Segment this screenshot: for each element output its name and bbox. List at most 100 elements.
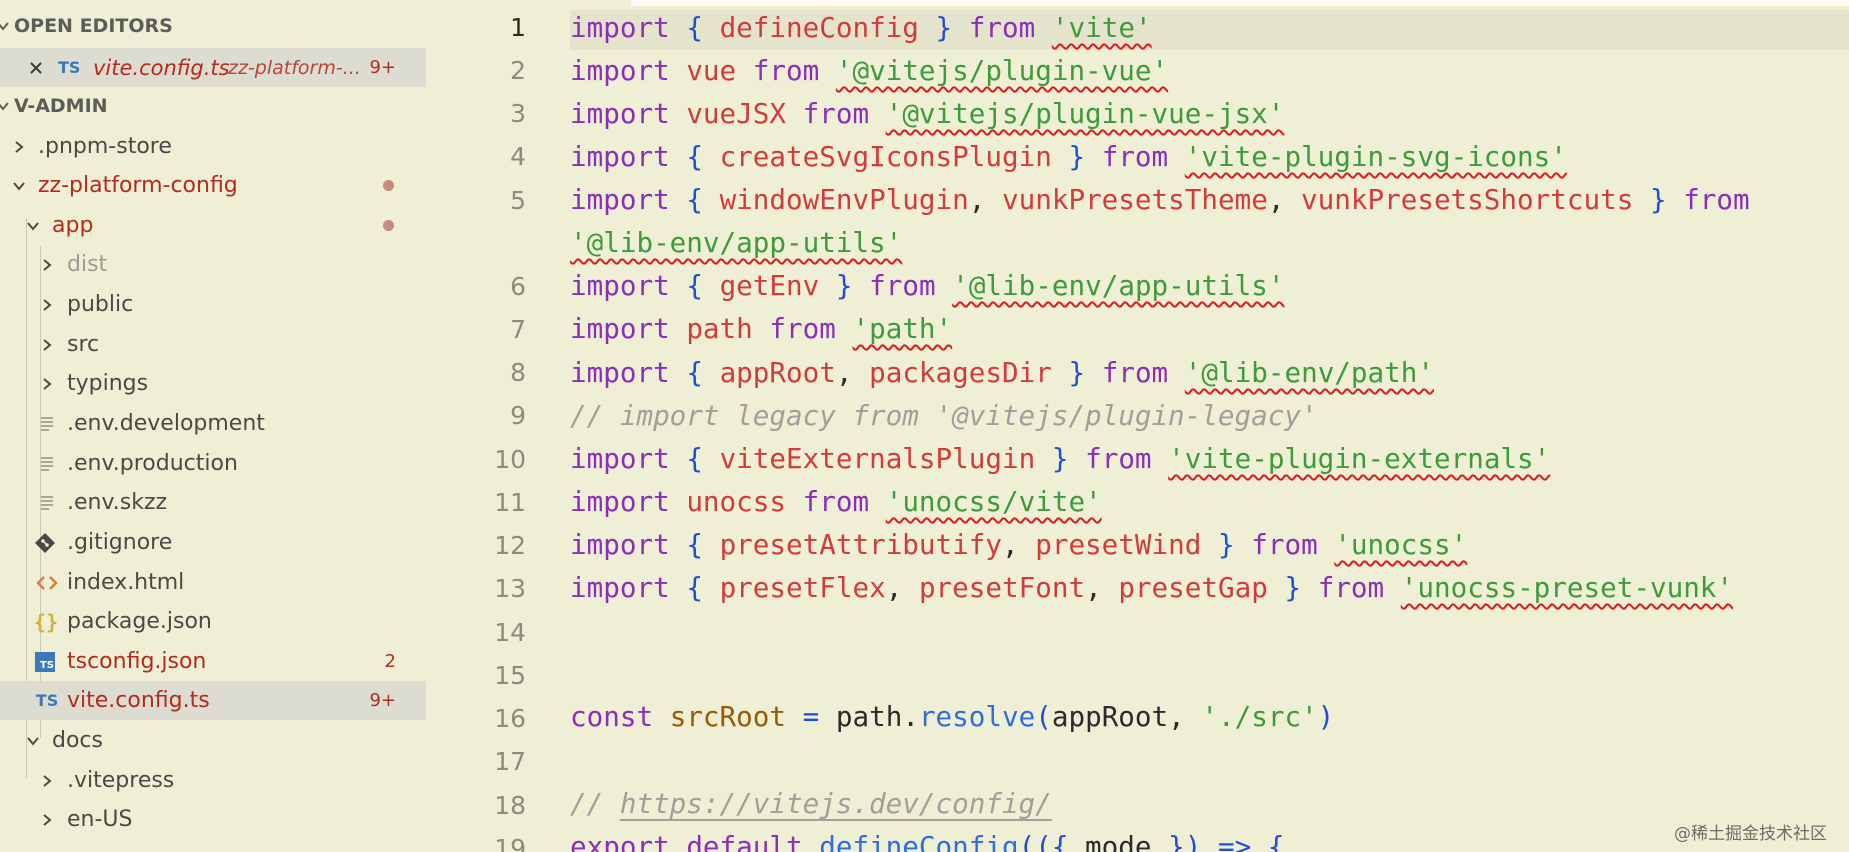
chevron-down-icon xyxy=(0,102,9,111)
code-editor[interactable]: 1 2 3 4 5 6 7 8 9 10 11 12 13 14 15 16 1… xyxy=(426,0,1849,852)
tree-item-env-development[interactable]: .env.development xyxy=(0,404,426,443)
tree-item-label: zz-platform-config xyxy=(38,173,238,198)
tree-item-zz-platform-config[interactable]: zz-platform-config xyxy=(0,166,426,205)
tree-item-label: .env.skzz xyxy=(67,490,168,515)
tree-item-label: en-US xyxy=(67,807,133,832)
problems-badge: 2 xyxy=(384,651,396,672)
line-number: 14 xyxy=(494,618,526,647)
tree-item-gitignore[interactable]: .gitignore xyxy=(0,523,426,562)
tree-item-label: tsconfig.json xyxy=(67,649,207,674)
chevron-right-icon xyxy=(43,774,52,787)
tree-item-public[interactable]: public xyxy=(0,285,426,324)
tree-item-typings[interactable]: typings xyxy=(0,364,426,403)
typescript-file-icon: TS xyxy=(35,691,59,710)
text-file-icon xyxy=(41,416,53,431)
code-line[interactable]: import { appRoot, packagesDir } from '@l… xyxy=(570,356,1434,389)
line-number: 13 xyxy=(494,574,526,603)
code-line[interactable]: export default defineConfig(({ mode }) =… xyxy=(570,830,1284,852)
line-number: 8 xyxy=(510,358,526,387)
line-number: 2 xyxy=(510,56,526,85)
tree-item-env-skzz[interactable]: .env.skzz xyxy=(0,483,426,522)
open-editor-path: zz-platform-... xyxy=(228,56,361,79)
code-line[interactable]: import vue from '@vitejs/plugin-vue' xyxy=(570,54,1168,87)
code-line[interactable]: import path from 'path' xyxy=(570,312,952,345)
line-number: 7 xyxy=(510,315,526,344)
line-number: 3 xyxy=(510,99,526,128)
code-line[interactable]: import vueJSX from '@vitejs/plugin-vue-j… xyxy=(570,97,1284,130)
problems-badge: 9+ xyxy=(369,57,396,78)
code-line[interactable]: import unocss from 'unocss/vite' xyxy=(570,485,1102,518)
tree-item-package-json[interactable]: {} package.json xyxy=(0,602,426,641)
tree-item-tsconfig-json[interactable]: TS tsconfig.json 2 xyxy=(0,642,426,681)
open-editors-header[interactable]: OPEN EDITORS xyxy=(0,8,426,44)
line-number: 17 xyxy=(494,747,526,776)
open-editors-title: OPEN EDITORS xyxy=(14,15,173,37)
tree-item-label: package.json xyxy=(67,609,212,634)
close-icon[interactable] xyxy=(28,60,44,76)
chevron-right-icon xyxy=(43,377,52,390)
tree-item-index-html[interactable]: index.html xyxy=(0,563,426,602)
chevron-right-icon xyxy=(43,338,52,351)
line-number: 11 xyxy=(494,488,526,517)
code-line[interactable]: import { windowEnvPlugin, vunkPresetsThe… xyxy=(570,183,1750,216)
tree-item-label: .pnpm-store xyxy=(38,134,172,159)
tree-item-label: .env.production xyxy=(67,451,238,476)
tree-item-label: src xyxy=(67,332,100,357)
tree-item-label: typings xyxy=(67,371,149,396)
tree-item-en-us[interactable]: en-US xyxy=(0,800,426,839)
line-number: 12 xyxy=(494,531,526,560)
json-file-icon: {} xyxy=(33,609,59,634)
project-title: V-ADMIN xyxy=(14,95,108,117)
code-line[interactable]: // https://vitejs.dev/config/ xyxy=(570,787,1052,820)
typescript-config-icon: TS xyxy=(35,651,55,672)
project-header[interactable]: V-ADMIN xyxy=(0,88,426,124)
typescript-file-icon: TS xyxy=(58,58,81,77)
editor-top-scrollbar[interactable] xyxy=(631,0,1849,6)
code-line[interactable]: import { presetAttributify, presetWind }… xyxy=(570,528,1467,561)
line-number: 9 xyxy=(510,401,526,430)
code-line[interactable]: import { defineConfig } from 'vite' xyxy=(570,11,1152,44)
line-number: 10 xyxy=(494,445,526,474)
chevron-down-icon xyxy=(0,22,9,31)
tree-item-label: public xyxy=(67,292,134,317)
tree-item-env-production[interactable]: .env.production xyxy=(0,444,426,483)
text-file-icon xyxy=(41,456,53,471)
chevron-right-icon xyxy=(43,258,52,271)
problems-badge: 9+ xyxy=(369,690,396,711)
html-file-icon xyxy=(36,575,58,590)
chevron-right-icon xyxy=(15,140,24,153)
git-icon xyxy=(35,532,55,553)
tree-item-vitepress[interactable]: .vitepress xyxy=(0,761,426,800)
chevron-down-icon xyxy=(13,181,25,191)
tree-item-docs[interactable]: docs xyxy=(0,721,426,760)
tree-item-src[interactable]: src xyxy=(0,325,426,364)
tree-item-label: dist xyxy=(67,252,108,277)
code-line[interactable]: // import legacy from '@vitejs/plugin-le… xyxy=(570,399,1318,432)
chevron-down-icon xyxy=(27,221,39,231)
code-line[interactable]: import { presetFlex, presetFont, presetG… xyxy=(570,571,1733,604)
line-number: 1 xyxy=(510,13,526,42)
watermark: @稀土掘金技术社区 xyxy=(1674,824,1827,844)
tree-item-label: .vitepress xyxy=(67,768,175,793)
tree-item-label: .gitignore xyxy=(67,530,173,555)
line-number: 4 xyxy=(510,142,526,171)
chevron-right-icon xyxy=(43,813,52,826)
line-number: 19 xyxy=(494,834,526,852)
code-line[interactable]: import { getEnv } from '@lib-env/app-uti… xyxy=(570,269,1284,302)
tree-item-dist[interactable]: dist xyxy=(0,245,426,284)
tree-item-label: index.html xyxy=(67,570,185,595)
tree-item-pnpm-store[interactable]: .pnpm-store xyxy=(0,127,426,166)
tree-item-vite-config-ts[interactable]: TS vite.config.ts 9+ xyxy=(0,681,426,720)
line-number: 16 xyxy=(494,704,526,733)
code-line[interactable]: import { createSvgIconsPlugin } from 'vi… xyxy=(570,140,1567,173)
open-editor-item[interactable]: TS vite.config.ts zz-platform-... 9+ xyxy=(0,48,426,87)
code-line[interactable]: const srcRoot = path.resolve(appRoot, '.… xyxy=(570,700,1334,733)
chevron-right-icon xyxy=(43,298,52,311)
tree-item-app[interactable]: app xyxy=(0,206,426,245)
tree-item-label: vite.config.ts xyxy=(67,688,210,713)
line-number: 6 xyxy=(510,272,526,301)
line-number: 18 xyxy=(494,791,526,820)
code-line[interactable]: import { viteExternalsPlugin } from 'vit… xyxy=(570,442,1550,475)
code-line[interactable]: '@lib-env/app-utils' xyxy=(570,226,902,259)
tree-item-label: .env.development xyxy=(67,411,265,436)
